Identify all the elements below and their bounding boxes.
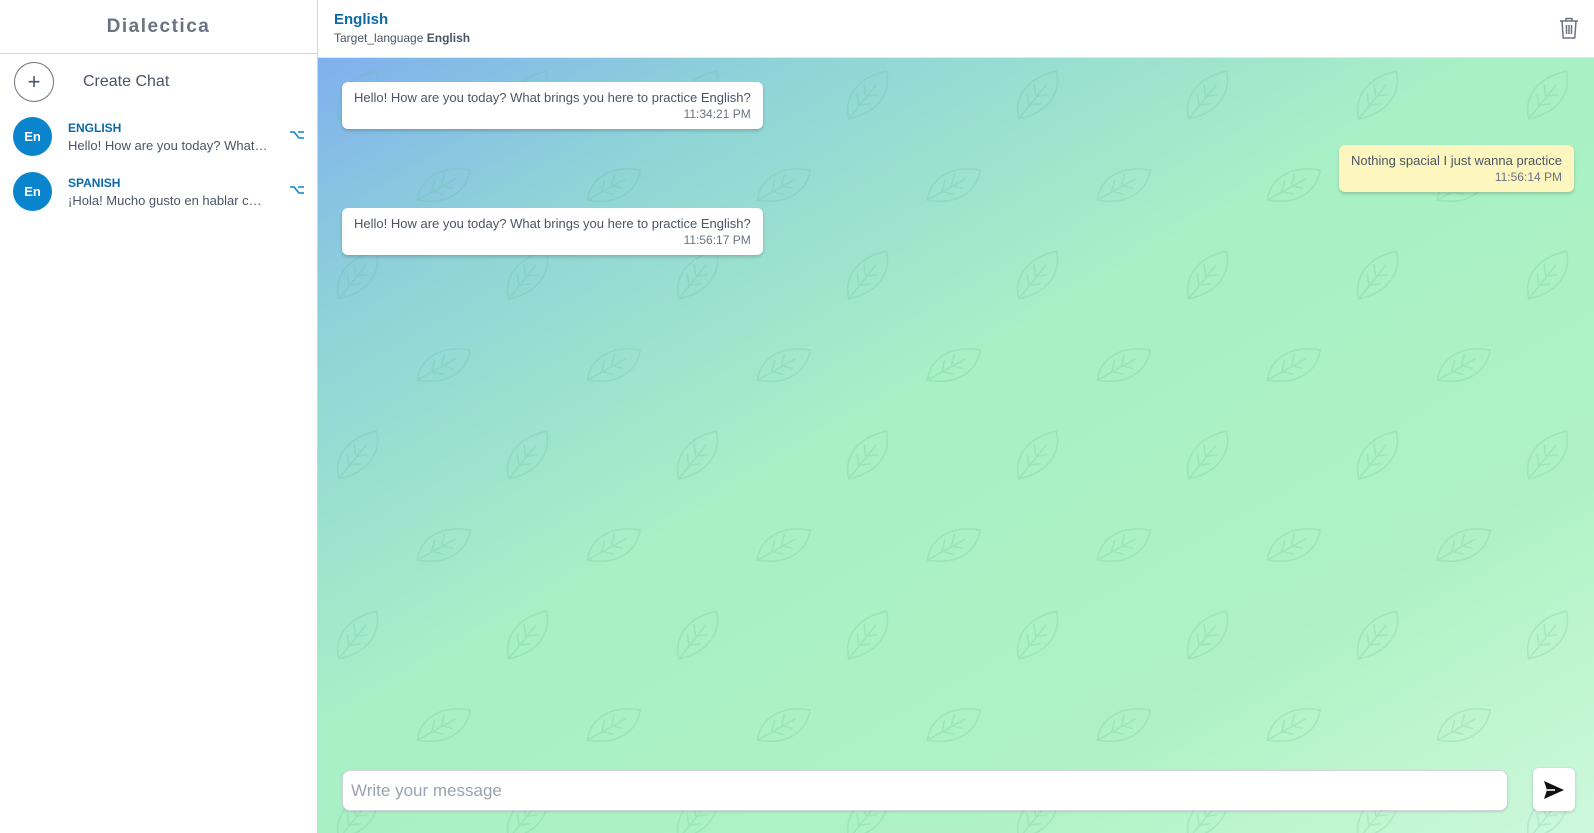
chat-title: English [334,11,389,28]
message-composer [342,770,1508,811]
target-language: Target_language English [334,31,470,45]
target-language-value: English [426,31,471,45]
message-bubble: Hello! How are you today? What brings yo… [342,82,763,129]
message-text: Hello! How are you today? What brings yo… [354,216,751,231]
brand-name: Dialectica [106,15,211,37]
chat-name: ENGLISH [68,120,122,135]
avatar: En [13,172,52,211]
message-text: Hello! How are you today? What brings yo… [354,90,751,105]
brand-header: Dialectica [0,0,317,54]
chat-area: Hello! How are you today? What brings yo… [318,58,1594,833]
create-chat-label: Create Chat [83,72,170,90]
chat-preview: ¡Hola! Mucho gusto en hablar contigo. [68,192,268,208]
message-time: 11:56:14 PM [1494,170,1562,184]
chat-item-spanish[interactable]: En SPANISH ¡Hola! Mucho gusto en hablar … [0,164,317,219]
message-time: 11:56:17 PM [683,233,751,247]
chat-name: SPANISH [68,175,121,190]
plus-icon: + [14,61,54,102]
option-icon[interactable] [289,127,305,143]
message-bubble: Hello! How are you today? What brings yo… [342,208,763,255]
message-time: 11:34:21 PM [683,107,751,121]
chat-item-english[interactable]: En ENGLISH Hello! How are you today? Wha… [0,109,317,164]
trash-icon[interactable] [1558,16,1580,40]
message-text: Nothing spacial I just wanna practice [1350,153,1562,168]
create-chat-button[interactable]: + Create Chat [0,54,317,109]
avatar: En [13,117,52,156]
message-input[interactable] [343,771,1507,810]
sidebar: Dialectica + Create Chat En ENGLISH Hell… [0,0,318,833]
chat-text: ENGLISH Hello! How are you today? What b… [68,121,268,153]
target-language-label: Target_language [334,31,424,45]
send-button[interactable] [1533,768,1575,811]
option-icon[interactable] [289,182,305,198]
chat-preview: Hello! How are you today? What brings yo… [68,137,268,153]
chat-header: English Target_language English [318,0,1594,58]
message-bubble-user: Nothing spacial I just wanna practice 11… [1338,145,1574,192]
send-icon [1544,780,1564,799]
chat-text: SPANISH ¡Hola! Mucho gusto en hablar con… [68,176,268,208]
